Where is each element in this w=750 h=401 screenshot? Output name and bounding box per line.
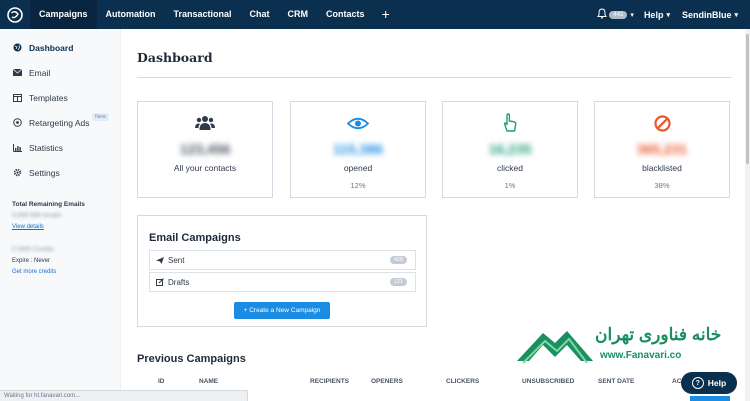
sidebar-item-settings[interactable]: Settings [0,160,120,185]
column-header[interactable]: SENT DATE [598,378,634,385]
globe-icon [12,43,22,53]
column-header[interactable]: NAME [199,378,218,385]
account-menu[interactable]: SendinBlue ▾ [682,10,738,20]
sidebar-item-email[interactable]: Email [0,60,120,85]
sidebar-item-statistics[interactable]: Statistics [0,135,120,160]
title-divider [137,77,732,78]
target-icon [12,118,22,128]
help-menu[interactable]: Help ▾ [644,10,670,20]
bell-icon [597,6,608,24]
page-title: Dashboard [137,50,213,65]
column-header[interactable]: OPENERS [371,378,403,385]
column-header[interactable]: UNSUBSCRIBED [522,378,574,385]
stat-percentage: 38% [654,181,670,190]
sidebar-item-dashboard[interactable]: Dashboard [0,35,120,60]
blacklisted-count: 365,231 [636,141,688,157]
notification-count-badge: 441 [609,10,628,19]
watermark-url-text: www.Fanavari.co [600,350,682,361]
new-badge: New [92,113,110,121]
chevron-down-icon: ▾ [734,11,738,19]
floating-help-button[interactable]: ? Help [681,372,737,394]
previous-campaigns-title: Previous Campaigns [137,353,246,365]
drafts-count-badge: 121 [389,278,407,286]
fanavari-watermark: خانه فناوری تهران www.Fanavari.co [515,325,725,370]
get-more-credits-link[interactable]: Get more credits [0,269,120,275]
opened-count: 115,386 [333,141,383,157]
nav-automation[interactable]: Automation [97,0,165,29]
clicked-count: 16,235 [488,141,532,157]
nav-chat[interactable]: Chat [241,0,279,29]
stat-label: blacklisted [642,163,682,173]
gear-icon [12,168,22,178]
pointer-hand-icon [443,111,577,135]
sidebar-item-label: Settings [29,167,60,178]
stat-card-blacklisted[interactable]: 365,231 blacklisted 38% [594,101,730,198]
add-nav-button[interactable]: + [374,0,398,29]
stat-label: opened [343,163,373,173]
stat-card-opened[interactable]: 115,386 opened 12% [290,101,426,198]
notifications-button[interactable]: 441 ▾ [597,6,634,24]
vertical-scrollbar[interactable] [745,29,750,401]
stat-label: All your contacts [173,163,237,173]
drafts-label: Drafts [168,277,190,287]
help-button-label: Help [707,378,727,388]
fanavari-logo-icon [517,331,593,364]
top-navigation-bar: Campaigns Automation Transactional Chat … [0,0,750,29]
sidebar-item-label: Dashboard [29,42,74,53]
nav-transactional[interactable]: Transactional [165,0,241,29]
account-menu-label: SendinBlue [681,9,732,20]
watermark-persian-text: خانه فناوری تهران [595,325,722,344]
users-icon [138,111,272,135]
view-details-link[interactable]: View details [0,224,120,230]
column-header[interactable]: RECIPIENTS [310,378,349,385]
block-icon [595,111,729,135]
create-campaign-button[interactable]: + Create a New Campaign [234,302,330,319]
question-icon: ? [691,377,704,389]
campaigns-drafts-row[interactable]: Drafts 121 [149,272,416,292]
chevron-down-icon: ▾ [666,11,670,19]
sidebar-item-label: Statistics [29,142,64,153]
remaining-emails-title: Total Remaining Emails [12,201,85,208]
stat-percentage: 1% [504,181,516,190]
stat-card-contacts[interactable]: 123,456 All your contacts [137,101,273,198]
sent-count-badge: 429 [389,256,407,264]
sent-label: Sent [168,255,185,265]
sidebar: Dashboard Email Templates Retargeting Ad… [0,29,121,401]
edit-icon [156,278,164,286]
campaigns-table-header: ID NAME RECIPIENTS OPENERS CLICKERS UNSU… [137,378,741,390]
help-menu-label: Help [643,9,664,20]
scrollbar-thumb[interactable] [746,34,749,164]
contacts-count: 123,456 [179,141,231,157]
layout-icon [12,93,22,103]
sidebar-item-label: Email [29,67,51,78]
sidebar-item-templates[interactable]: Templates [0,85,120,110]
sms-credits: 0 SMS Credits [12,246,54,253]
eye-icon [291,111,425,135]
sidebar-item-label: Retargeting Ads [29,117,90,128]
stat-percentage: 12% [350,181,366,190]
send-icon [156,256,164,264]
column-header[interactable]: AC [672,378,681,385]
chevron-down-icon: ▾ [630,11,634,19]
envelope-icon [12,68,22,78]
bar-chart-icon [12,143,22,153]
nav-crm[interactable]: CRM [279,0,318,29]
sendinblue-logo-icon[interactable] [0,0,30,29]
nav-campaigns[interactable]: Campaigns [30,0,97,29]
email-campaigns-card: Email Campaigns Sent 429 Drafts 121 + Cr… [137,215,427,327]
stat-card-clicked[interactable]: 16,235 clicked 1% [442,101,578,198]
browser-status-bar: Waiting for ht.fanavari.com... [0,390,248,401]
action-button-edge[interactable] [690,396,730,401]
stat-label: clicked [497,163,523,173]
email-campaigns-title: Email Campaigns [149,232,241,244]
nav-contacts[interactable]: Contacts [317,0,374,29]
remaining-emails-value: 9,999,999 emails [12,212,62,219]
sidebar-item-retargeting-ads[interactable]: Retargeting Ads New [0,110,120,135]
column-header[interactable]: ID [158,378,165,385]
sidebar-item-label: Templates [29,92,68,103]
expire-text: Expire : Never [12,258,51,264]
campaigns-sent-row[interactable]: Sent 429 [149,250,416,270]
column-header[interactable]: CLICKERS [446,378,479,385]
